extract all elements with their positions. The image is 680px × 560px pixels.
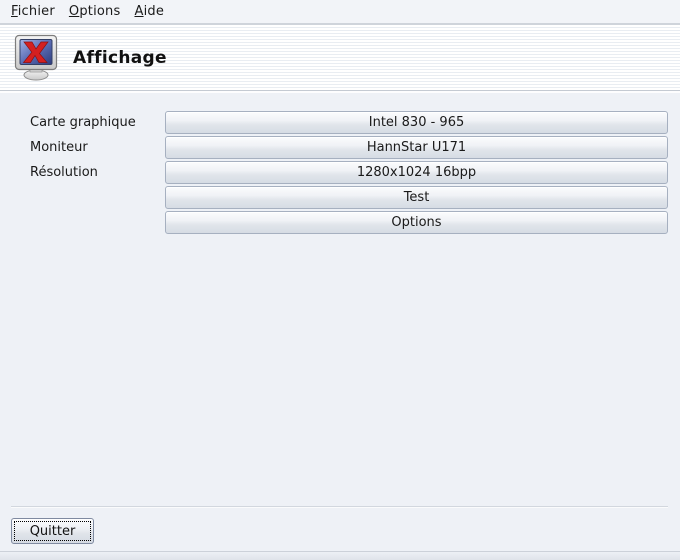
row-monitor: Moniteur HannStar U171 (0, 135, 680, 160)
menu-aide[interactable]: Aide (127, 2, 171, 21)
row-graphics-card: Carte graphique Intel 830 - 965 (0, 110, 680, 135)
monitor-label: Moniteur (30, 140, 165, 155)
x11-monitor-icon (12, 33, 60, 83)
menu-aide-accel: A (134, 4, 143, 19)
menu-fichier-rest: ichier (18, 4, 55, 19)
row-options: Options (0, 210, 680, 235)
menu-options-accel: O (69, 4, 79, 19)
menu-fichier[interactable]: Fichier (4, 2, 62, 21)
page-title: Affichage (73, 48, 167, 68)
main-content: Carte graphique Intel 830 - 965 Moniteur… (0, 93, 680, 551)
monitor-button[interactable]: HannStar U171 (165, 136, 668, 159)
status-bar (0, 551, 680, 560)
resolution-label: Résolution (30, 165, 165, 180)
menu-options[interactable]: Options (62, 2, 128, 21)
footer: Quitter (0, 508, 680, 551)
menu-bar: Fichier Options Aide (0, 0, 680, 25)
row-resolution: Résolution 1280x1024 16bpp (0, 160, 680, 185)
page-header: Affichage (0, 25, 680, 91)
vertical-spacer (0, 235, 680, 506)
menu-options-rest: ptions (79, 4, 120, 19)
options-button[interactable]: Options (165, 211, 668, 234)
resolution-button[interactable]: 1280x1024 16bpp (165, 161, 668, 184)
row-test: Test (0, 185, 680, 210)
graphics-card-label: Carte graphique (30, 115, 165, 130)
test-button[interactable]: Test (165, 186, 668, 209)
menu-fichier-accel: F (11, 4, 18, 19)
graphics-card-button[interactable]: Intel 830 - 965 (165, 111, 668, 134)
menu-aide-rest: ide (144, 4, 164, 19)
quit-button[interactable]: Quitter (11, 518, 94, 544)
